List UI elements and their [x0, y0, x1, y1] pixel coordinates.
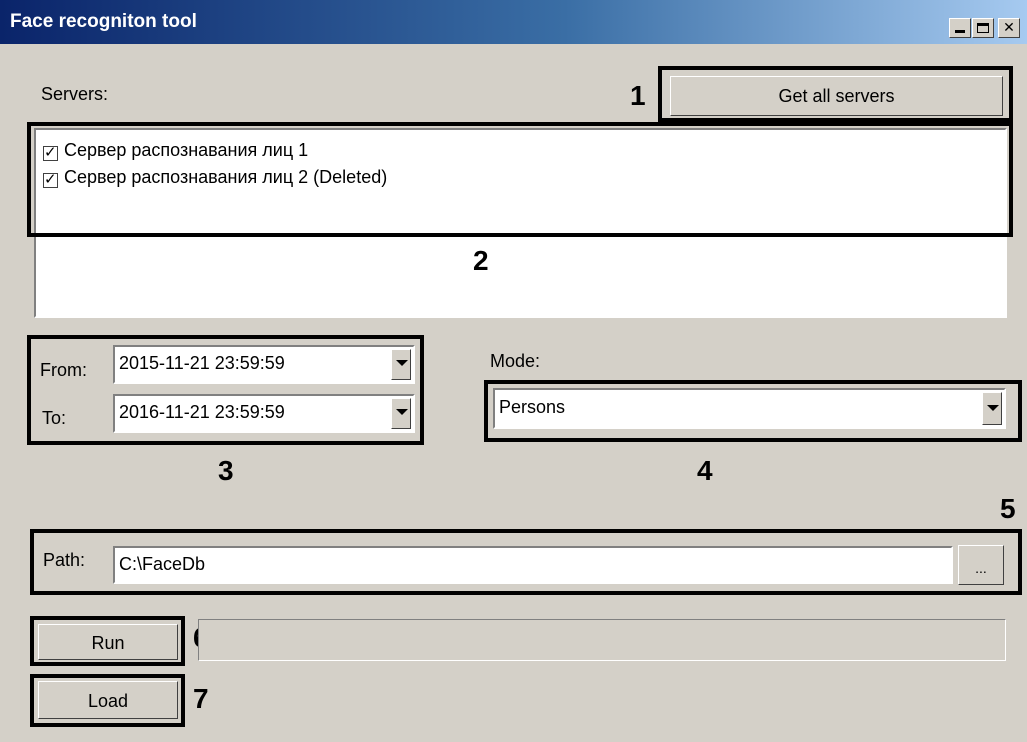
callout-2: 2 — [473, 245, 489, 276]
server-2-label: Сервер распознавания лиц 2 (Deleted) — [64, 167, 388, 187]
window-title: Face recogniton tool — [10, 11, 197, 32]
from-date-dropdown-button[interactable] — [391, 349, 411, 380]
path-label: Path: — [43, 550, 86, 570]
to-label: To: — [42, 408, 67, 428]
to-date-value: 2016-11-21 23:59:59 — [119, 402, 285, 422]
maximize-button[interactable] — [972, 18, 994, 38]
chevron-down-icon — [396, 409, 408, 415]
callout-1: 1 — [630, 80, 646, 111]
mode-value: Persons — [499, 397, 566, 417]
server-1-label: Сервер распознавания лиц 1 — [64, 140, 309, 160]
to-date-dropdown-button[interactable] — [391, 398, 411, 429]
path-input[interactable]: C:\FaceDb — [113, 546, 953, 584]
check-icon: ✓ — [44, 143, 57, 161]
chevron-down-icon — [987, 405, 999, 411]
callout-5: 5 — [1000, 493, 1016, 524]
mode-select[interactable]: Persons — [493, 388, 1006, 429]
mode-dropdown-button[interactable] — [982, 392, 1002, 425]
servers-label: Servers: — [41, 84, 109, 104]
callout-3: 3 — [218, 455, 234, 486]
progress-bar — [198, 619, 1006, 661]
callout-7: 7 — [193, 683, 209, 714]
close-icon: ✕ — [1003, 20, 1015, 36]
get-all-servers-button[interactable]: Get all servers — [670, 76, 1003, 116]
mode-label: Mode: — [490, 351, 541, 371]
maximize-icon — [977, 23, 989, 33]
from-date-value: 2015-11-21 23:59:59 — [119, 353, 285, 373]
to-date-picker[interactable]: 2016-11-21 23:59:59 — [113, 394, 415, 433]
load-button[interactable]: Load — [38, 681, 178, 719]
close-button[interactable]: ✕ — [998, 18, 1020, 38]
check-icon: ✓ — [44, 170, 57, 188]
server-2-checkbox[interactable]: ✓ — [43, 170, 58, 188]
from-date-picker[interactable]: 2015-11-21 23:59:59 — [113, 345, 415, 384]
chevron-down-icon — [396, 360, 408, 366]
run-button[interactable]: Run — [38, 624, 178, 660]
browse-button[interactable]: ... — [958, 545, 1004, 585]
minimize-icon — [955, 30, 965, 33]
from-label: From: — [40, 360, 87, 380]
server-1-checkbox[interactable]: ✓ — [43, 143, 58, 161]
callout-4: 4 — [697, 455, 713, 486]
face-recognition-tool-window: Face recogniton tool ✕ Servers: 1 Get al… — [0, 0, 1027, 742]
minimize-button[interactable] — [949, 18, 971, 38]
path-value: C:\FaceDb — [119, 554, 206, 574]
title-bar[interactable]: Face recogniton tool ✕ — [0, 0, 1027, 44]
